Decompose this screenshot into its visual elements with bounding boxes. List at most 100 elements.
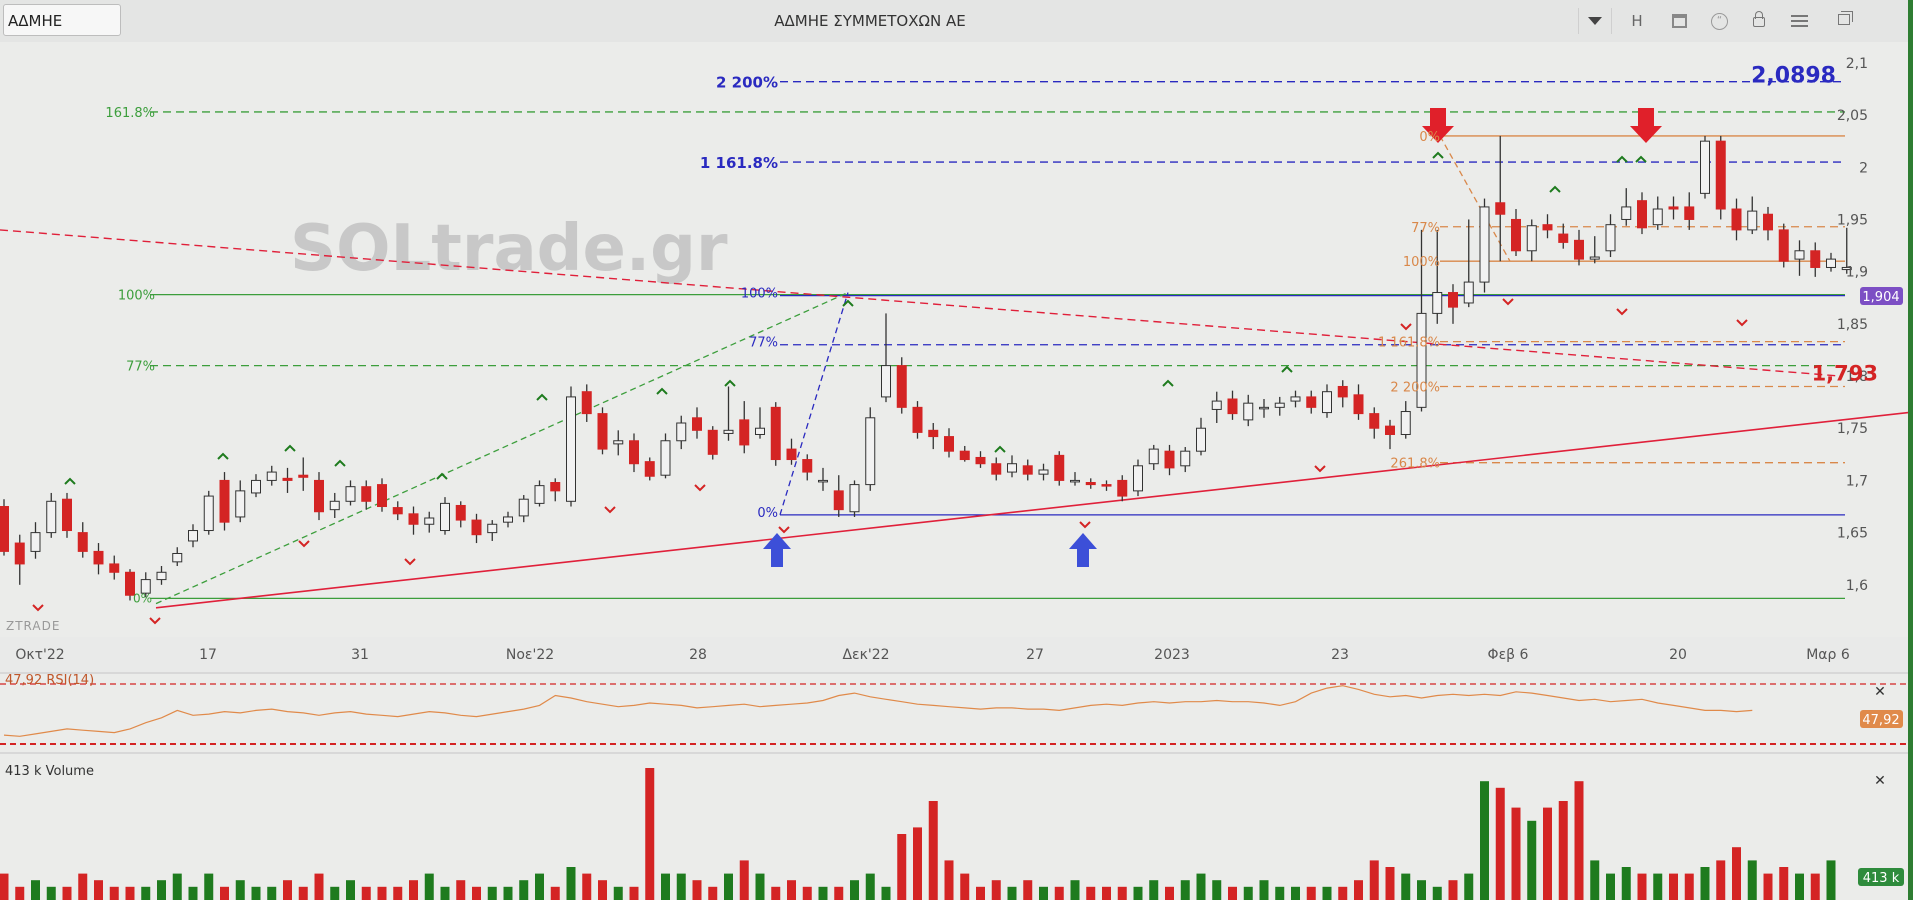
chevron-up-icon [1162,379,1174,387]
volume-panel[interactable] [0,672,1908,900]
candle-body [1637,200,1647,229]
h-button[interactable]: H [1622,0,1652,42]
volume-bar [865,873,875,900]
volume-bar [235,880,245,900]
volume-bar [1385,867,1395,900]
chart-canvas[interactable]: SOLtrade.gr ZTRADE 2,1 2,05 2 1,95 1,9 1,85 1,… [0,0,1913,900]
candle-body [1101,484,1112,487]
volume-bar [1212,880,1222,900]
fib-blue-label: 0% [757,506,778,521]
volume-bar [802,886,812,900]
candle-body [1369,413,1380,429]
candle-body [251,479,261,494]
volume-bar [78,873,88,900]
chevron-down-icon [1079,521,1091,529]
chevron-down-icon [778,526,790,534]
volume-bar [1700,867,1710,900]
volume-bar [1086,886,1096,900]
volume-bar [330,886,340,900]
candle-body [1337,385,1348,398]
volume-bar [960,873,970,900]
volume-bar [1590,860,1600,900]
candle-body [518,498,529,517]
candle-body [314,479,324,513]
candle-body [912,406,923,433]
chevron-down-icon [404,558,416,566]
y-tick-label: 1,7 [1846,473,1868,489]
candle-body [156,571,167,581]
candle-body [298,474,309,478]
watermark-text: SOLtrade.gr [290,212,728,286]
candle-body [1306,396,1317,408]
candle-body [77,532,88,552]
volume-bar [1621,867,1631,900]
chevron-up-icon [334,459,346,467]
volume-bar [409,880,418,900]
lock-icon-body[interactable] [1753,17,1765,27]
volume-bar [346,880,355,900]
candle-body [219,479,230,523]
buy-arrow-icon [763,533,791,567]
volume-bar [1417,880,1426,900]
candle-body [424,517,435,525]
candle-body [1715,140,1726,210]
x-tick-label: Νοε'22 [506,647,554,663]
volume-bar [188,886,198,900]
volume-bar [361,886,371,900]
y-tick-label: 1,75 [1837,421,1868,437]
candle-body [329,500,340,511]
chevron-up-icon [656,387,668,395]
quote-icon[interactable]: “ [1711,13,1728,30]
volume-bar [629,886,639,900]
candle-body [849,484,860,513]
resistance-trendline [0,229,1841,377]
candle-body [1400,411,1411,435]
candle-body [1463,281,1474,304]
price-panel[interactable] [0,42,1908,637]
candle-body [0,506,9,552]
fib-green-label: 77% [126,360,155,375]
symbol-input[interactable]: ΑΔΜΗΕ [3,4,121,36]
volume-bar [1133,886,1143,900]
fib-orange-swing [1439,135,1511,262]
info-box: Τετ 1 Μαρ 1,904 ΑΔΜΗΕ.gr -0,004 -0,21% 1… [3,44,213,124]
candle-body [1810,250,1821,268]
volume-bar [1464,873,1474,900]
candle-body [30,532,41,552]
volume-bar [314,873,324,900]
candle-body [1448,292,1458,308]
volume-bar [739,860,749,900]
chevron-down-icon [1736,319,1748,327]
menu-icon[interactable] [1791,15,1808,27]
volume-bar [172,873,182,900]
volume-bar [1023,880,1033,900]
volume-bar [1243,886,1253,900]
candle-body [865,417,876,486]
x-tick-label: Οκτ'22 [15,647,64,663]
brand-text: ZTRADE [6,619,60,633]
panel-icon[interactable] [1672,14,1687,28]
volume-bar [503,886,513,900]
chevron-up-icon [284,444,296,452]
restore-window-icon-front[interactable] [1838,14,1850,25]
x-tick-label: 2023 [1154,647,1190,663]
volume-bar [1228,886,1237,900]
candle-body [188,530,198,542]
candle-body [1038,469,1049,475]
chevron-down-icon [1400,323,1412,331]
chevron-up-icon [1635,155,1647,163]
volume-bar [393,886,403,900]
chevron-down-icon[interactable] [1578,8,1612,34]
chevron-down-icon [32,604,44,612]
target-low-label: 1,793 [1812,361,1878,385]
candle-body [959,450,970,461]
chevron-up-icon [1616,155,1628,163]
candle-body [1353,394,1364,415]
volume-bar [1275,886,1285,900]
volume-bar [487,886,497,900]
volume-bar [1543,807,1552,900]
candle-body [1778,229,1789,262]
volume-bar [661,873,670,900]
volume-bar [771,886,781,900]
candle-body [503,516,513,523]
